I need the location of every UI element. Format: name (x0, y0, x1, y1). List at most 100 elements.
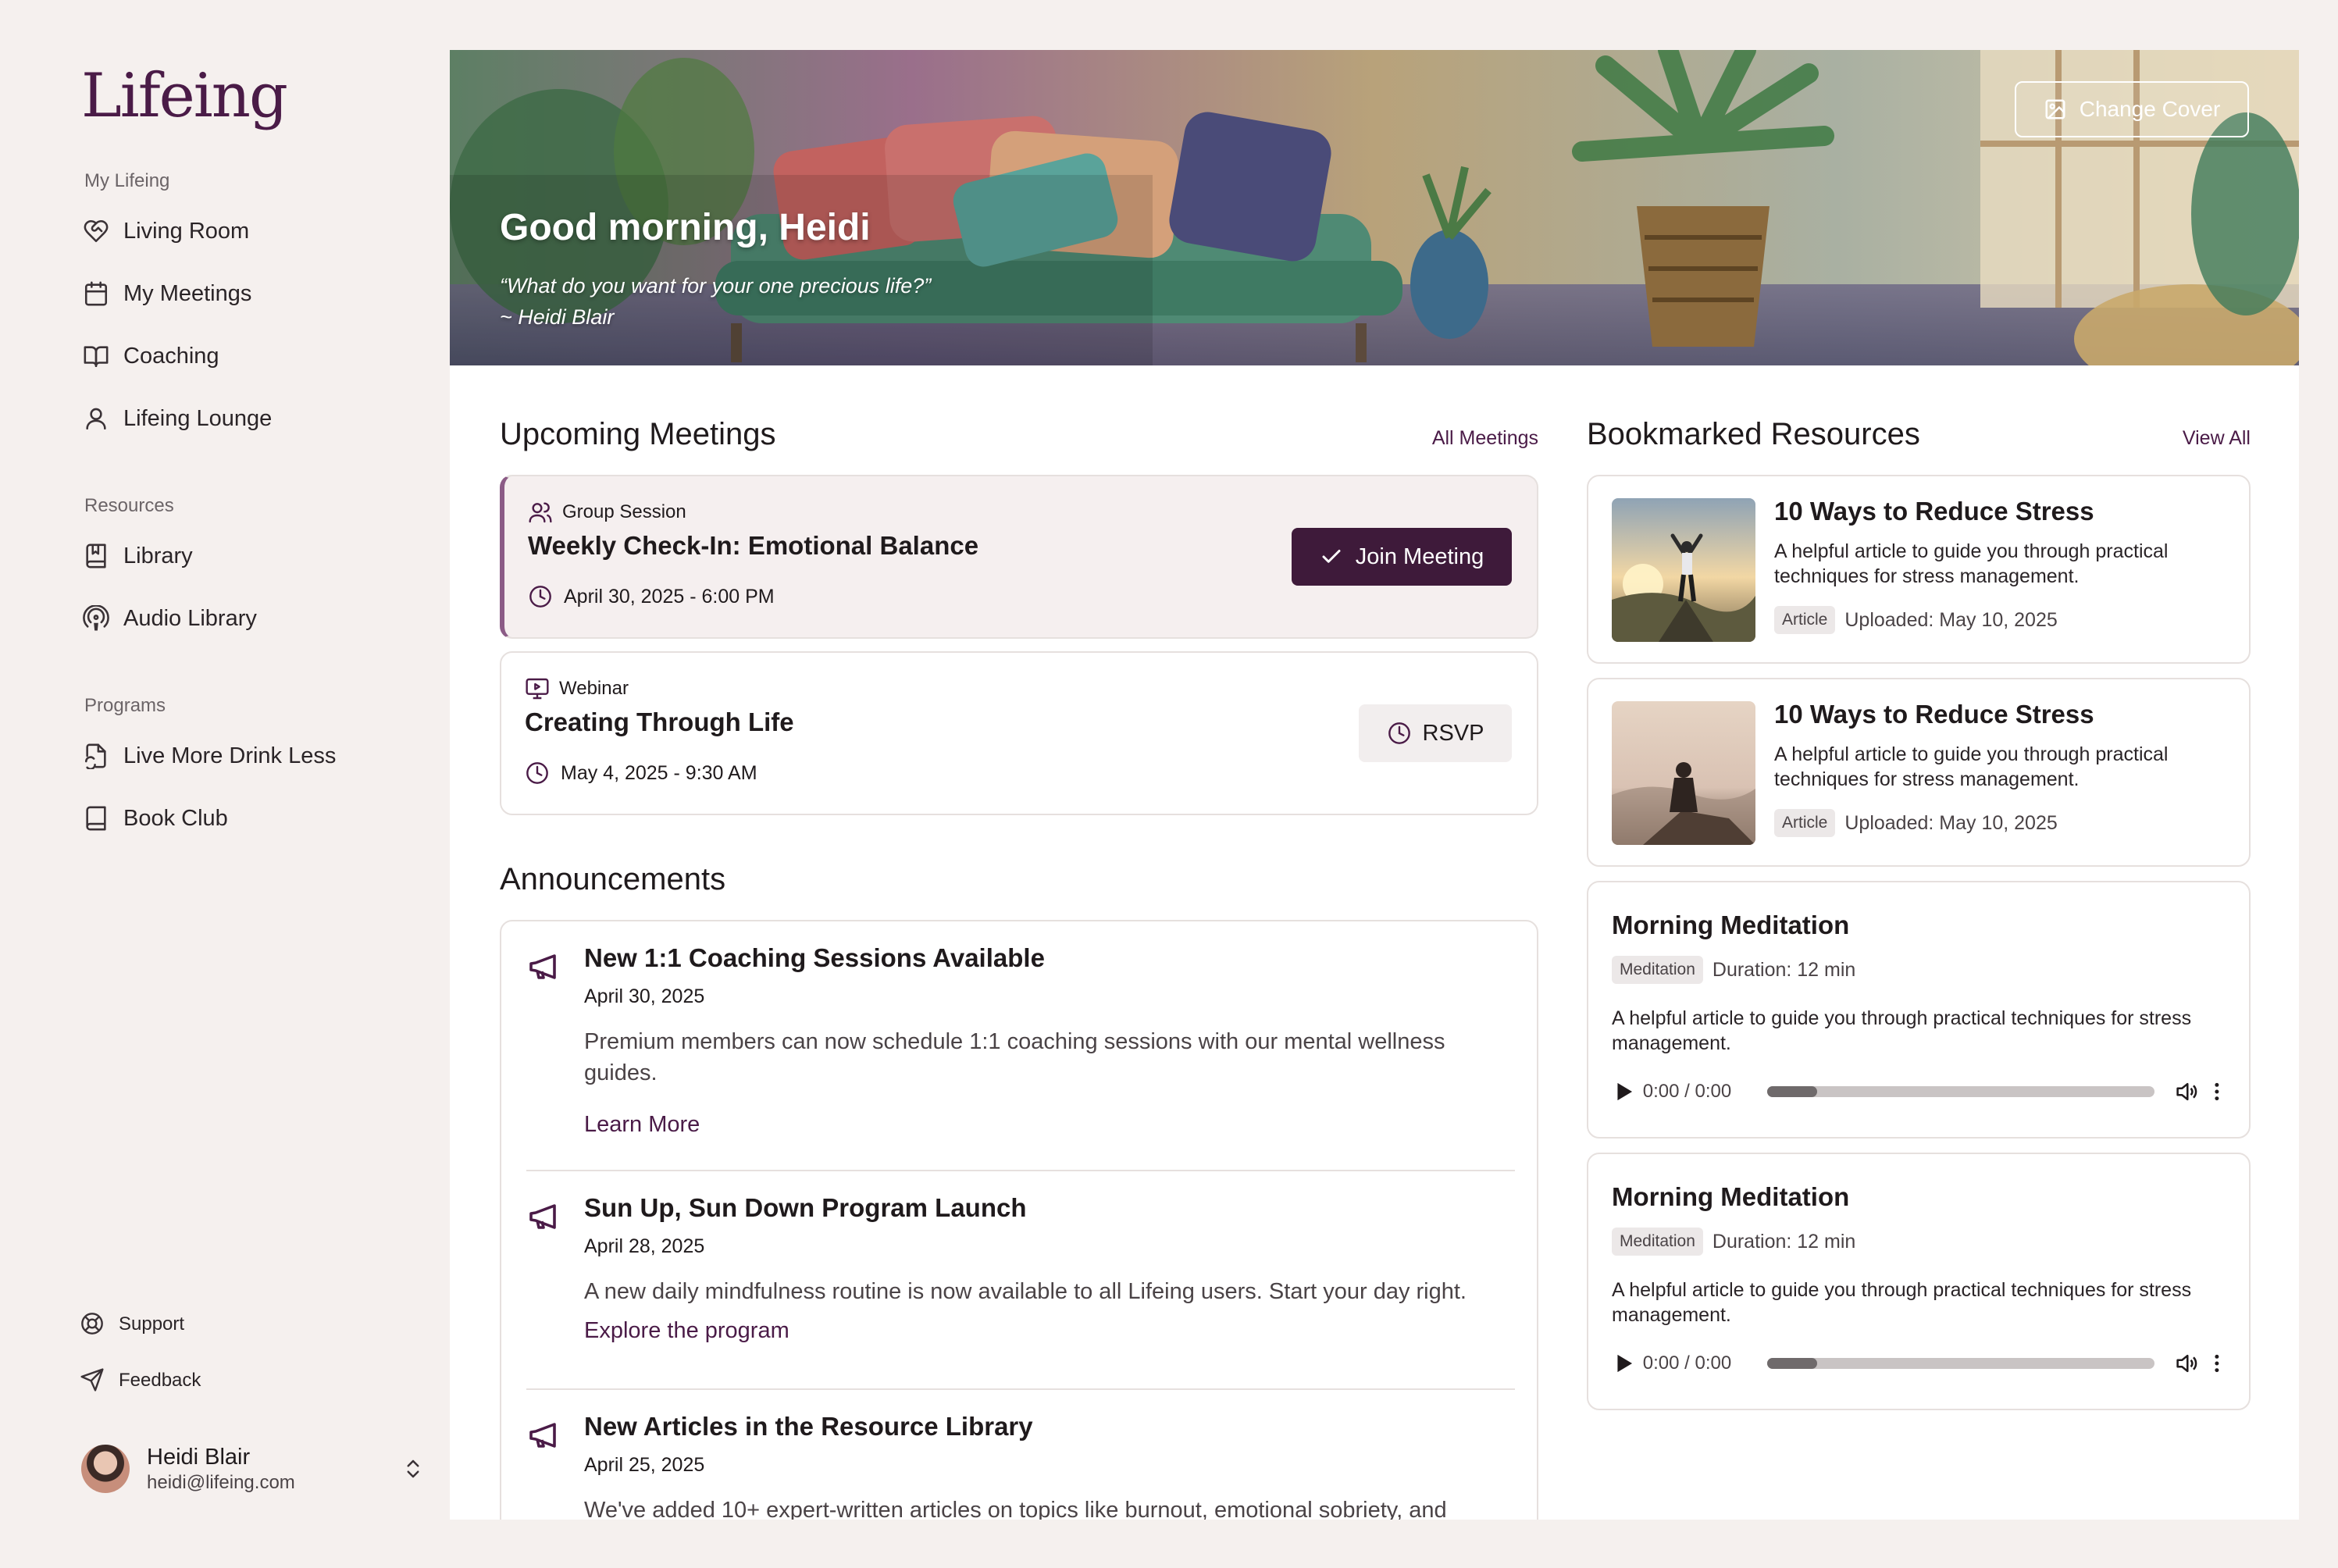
sidebar-item-living-room[interactable]: Living Room (83, 214, 249, 248)
audio-player: 0:00 / 0:00 (1612, 1076, 2229, 1107)
quote-text: “What do you want for your one precious … (500, 274, 932, 298)
all-meetings-link[interactable]: All Meetings (1432, 427, 1538, 450)
sidebar-item-label: Book Club (123, 805, 228, 831)
announcements-header: Announcements (500, 862, 1538, 909)
megaphone-icon (529, 954, 556, 979)
announcement-body: We've added 10+ expert-written articles … (584, 1498, 1447, 1520)
player-time: 0:00 / 0:00 (1642, 1352, 1732, 1374)
explore-program-link[interactable]: Explore the program (584, 1318, 789, 1344)
resource-uploaded: Uploaded: May 10, 2025 (1844, 811, 2058, 834)
view-all-link[interactable]: View All (2183, 427, 2251, 450)
chevron-up-down-icon (407, 1459, 419, 1478)
app-window: Lifeing My Lifeing Living Room My Meetin… (0, 0, 2338, 1568)
meeting-type: Webinar (525, 676, 629, 701)
announcement-body: A new daily mindfulness routine is now a… (584, 1279, 1467, 1304)
divider (526, 1388, 1515, 1390)
audio-duration: Duration: 12 min (1712, 1230, 1856, 1253)
meeting-card[interactable]: Group Session Weekly Check-In: Emotional… (500, 475, 1538, 639)
podcast-icon (83, 605, 109, 632)
more-vertical-icon[interactable] (2205, 1078, 2229, 1105)
resource-thumbnail (1612, 701, 1755, 845)
resources-header: Bookmarked Resources View All (1587, 417, 2251, 464)
audio-description: A helpful article to guide you through p… (1612, 1279, 2192, 1326)
resource-card[interactable]: 10 Ways to Reduce Stress A helpful artic… (1587, 475, 2251, 664)
greeting-heading: Good morning, Heidi (500, 207, 871, 248)
meeting-time: April 30, 2025 - 6:00 PM (528, 584, 775, 609)
play-icon[interactable] (1612, 1080, 1635, 1103)
meeting-time-label: May 4, 2025 - 9:30 AM (561, 761, 757, 784)
learn-more-link[interactable]: Learn More (584, 1112, 700, 1138)
sidebar-item-book-club[interactable]: Book Club (83, 801, 228, 836)
progress-slider[interactable] (1766, 1086, 2154, 1097)
audio-title: Morning Meditation (1612, 1182, 1850, 1211)
sidebar-item-coaching[interactable]: Coaching (83, 339, 219, 373)
progress-slider[interactable] (1766, 1358, 2154, 1369)
player-time: 0:00 / 0:00 (1642, 1081, 1732, 1102)
more-vertical-icon[interactable] (2205, 1350, 2229, 1377)
main-content: Good morning, Heidi “What do you want fo… (450, 50, 2299, 1520)
join-meeting-label: Join Meeting (1355, 543, 1484, 569)
sidebar-item-label: My Meetings (123, 280, 252, 306)
book-icon (83, 805, 109, 832)
announcement-title: New Articles in the Resource Library (584, 1412, 1033, 1441)
audio-duration: Duration: 12 min (1712, 958, 1856, 981)
meeting-type-label: Group Session (562, 501, 686, 522)
daily-quote: “What do you want for your one precious … (500, 270, 931, 333)
sidebar: Lifeing My Lifeing Living Room My Meetin… (0, 0, 449, 1568)
sidebar-item-audio-library[interactable]: Audio Library (83, 601, 257, 636)
support-link[interactable]: Support (80, 1309, 184, 1340)
rsvp-button[interactable]: RSVP (1359, 704, 1512, 762)
announcement-title: Sun Up, Sun Down Program Launch (584, 1193, 1027, 1222)
change-cover-button[interactable]: Change Cover (2015, 81, 2249, 137)
resource-tag: Article (1774, 606, 1836, 634)
resource-meta: Article Uploaded: May 10, 2025 (1774, 809, 2058, 837)
resource-card[interactable]: 10 Ways to Reduce Stress A helpful artic… (1587, 678, 2251, 867)
bookmark-book-icon (83, 543, 109, 569)
megaphone-icon (529, 1423, 556, 1448)
feedback-label: Feedback (119, 1370, 201, 1391)
join-meeting-button[interactable]: Join Meeting (1292, 528, 1512, 586)
megaphone-icon (529, 1204, 556, 1229)
announcements-title: Announcements (500, 862, 726, 896)
audio-card: Morning Meditation Meditation Duration: … (1587, 1153, 2251, 1410)
resource-description: A helpful article to guide you through p… (1774, 540, 2169, 587)
volume-icon[interactable] (2173, 1350, 2200, 1377)
clock-icon (529, 586, 551, 608)
feedback-link[interactable]: Feedback (80, 1365, 201, 1396)
divider (526, 1170, 1515, 1171)
progress-fill (1766, 1086, 1818, 1097)
sidebar-item-my-meetings[interactable]: My Meetings (83, 276, 251, 311)
users-icon (529, 502, 552, 523)
meeting-title: Weekly Check-In: Emotional Balance (528, 531, 979, 560)
volume-icon[interactable] (2173, 1078, 2200, 1105)
check-icon (1322, 550, 1341, 563)
audio-description: A helpful article to guide you through p… (1612, 1007, 2192, 1054)
audio-tag: Meditation (1612, 956, 1703, 984)
announcement-title: New 1:1 Coaching Sessions Available (584, 943, 1045, 972)
right-column: Bookmarked Resources View All 10 Ways to… (1587, 417, 2251, 1424)
quote-author: ~ Heidi Blair (500, 305, 615, 329)
file-sync-icon (83, 743, 109, 769)
lifeing-logo[interactable]: Lifeing (81, 61, 288, 131)
meeting-card[interactable]: Webinar Creating Through Life May 4, 202… (500, 651, 1538, 815)
announcement-item: New Articles in the Resource Library Apr… (526, 1412, 1515, 1520)
sidebar-item-library[interactable]: Library (83, 539, 193, 573)
play-icon[interactable] (1612, 1352, 1635, 1375)
resource-title: 10 Ways to Reduce Stress (1774, 497, 2094, 526)
resource-thumbnail (1612, 498, 1755, 642)
logo-text: Lifeing (81, 61, 288, 131)
image-icon (2045, 99, 2065, 119)
presentation-video-icon (526, 678, 549, 700)
nav-section-my-lifeing: My Lifeing (84, 170, 170, 191)
resource-uploaded: Uploaded: May 10, 2025 (1844, 608, 2058, 631)
resource-meta: Article Uploaded: May 10, 2025 (1774, 606, 2058, 634)
resource-description: A helpful article to guide you through p… (1774, 743, 2169, 790)
nav-section-programs: Programs (84, 695, 166, 716)
lifebuoy-icon (80, 1311, 106, 1338)
sidebar-item-live-more-drink-less[interactable]: Live More Drink Less (83, 739, 336, 773)
progress-fill (1766, 1358, 1818, 1369)
rsvp-label: RSVP (1422, 720, 1484, 746)
sidebar-item-lifeing-lounge[interactable]: Lifeing Lounge (83, 401, 272, 436)
user-menu[interactable]: Heidi Blair heidi@lifeing.com (81, 1441, 425, 1496)
avatar (81, 1445, 130, 1493)
